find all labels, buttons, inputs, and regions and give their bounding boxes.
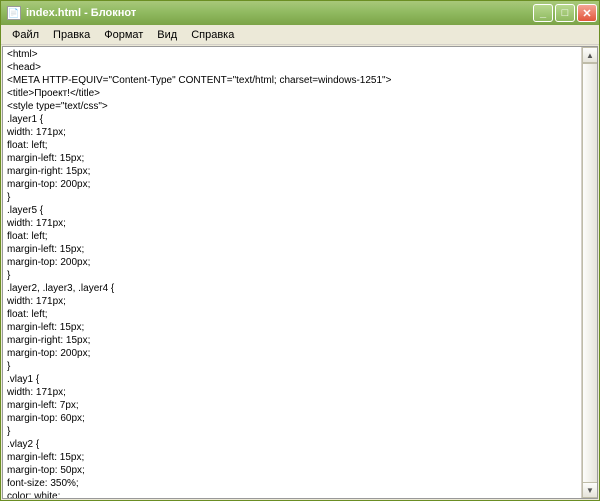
editor-wrap: <html> <head> <META HTTP-EQUIV="Content-… (2, 46, 598, 499)
scroll-down-button[interactable]: ▼ (582, 482, 598, 498)
scroll-thumb[interactable] (582, 63, 598, 483)
scroll-up-button[interactable]: ▲ (582, 47, 598, 63)
menu-file[interactable]: Файл (5, 27, 46, 43)
window-title: index.html - Блокнот (26, 7, 533, 19)
text-editor[interactable]: <html> <head> <META HTTP-EQUIV="Content-… (3, 47, 581, 498)
vertical-scrollbar[interactable]: ▲ ▼ (581, 47, 597, 498)
menu-format[interactable]: Формат (97, 27, 150, 43)
titlebar[interactable]: 📄 index.html - Блокнот _ □ ✕ (1, 1, 599, 25)
menu-view[interactable]: Вид (150, 27, 184, 43)
app-icon: 📄 (7, 6, 21, 20)
window-controls: _ □ ✕ (533, 4, 597, 22)
notepad-window: 📄 index.html - Блокнот _ □ ✕ Файл Правка… (0, 0, 600, 501)
menubar: Файл Правка Формат Вид Справка (1, 25, 599, 45)
minimize-button[interactable]: _ (533, 4, 553, 22)
close-button[interactable]: ✕ (577, 4, 597, 22)
menu-help[interactable]: Справка (184, 27, 241, 43)
menu-edit[interactable]: Правка (46, 27, 97, 43)
editor-content: <html> <head> <META HTTP-EQUIV="Content-… (7, 49, 458, 498)
maximize-button[interactable]: □ (555, 4, 575, 22)
